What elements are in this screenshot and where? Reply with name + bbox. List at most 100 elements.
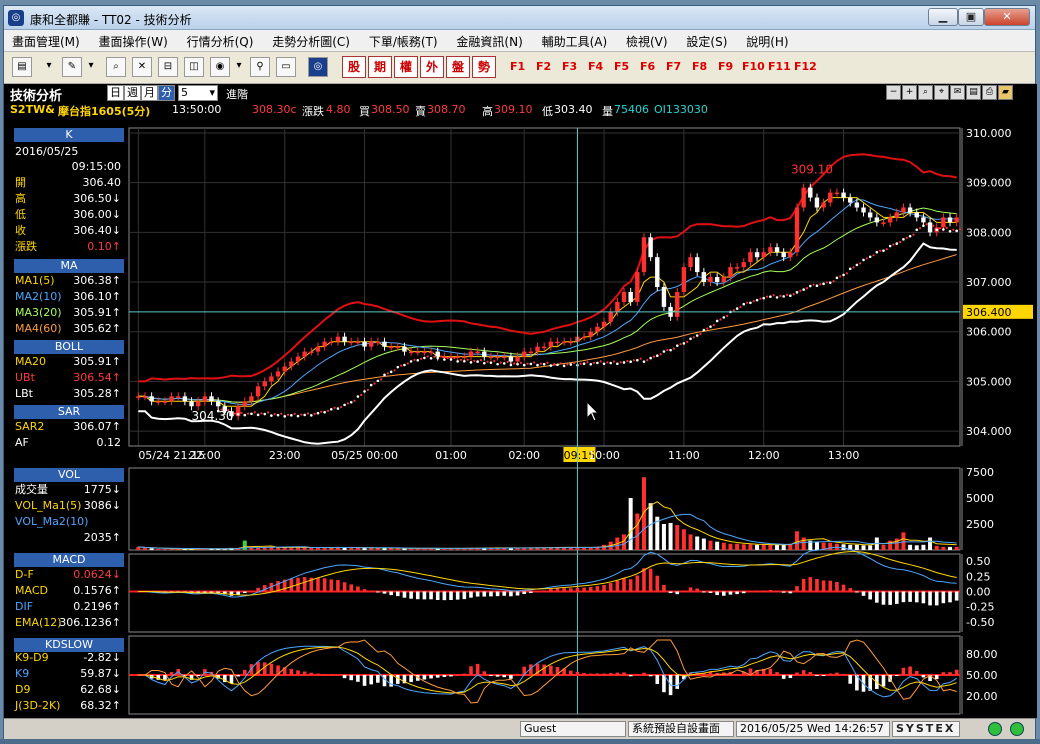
maximize-button[interactable]: ▣: [958, 8, 984, 26]
save-icon[interactable]: ▤: [966, 85, 981, 100]
candle-body: [808, 187, 813, 198]
menu-finance-info[interactable]: 金融資訊(N): [448, 30, 529, 50]
sar-dot: [706, 327, 709, 330]
dropdown-arrow-icon[interactable]: ▾: [86, 57, 96, 77]
fkey-f12[interactable]: F12: [794, 60, 817, 73]
sar-panel-header[interactable]: SAR: [14, 405, 124, 419]
candle-body: [828, 192, 833, 203]
dropdown-arrow-icon[interactable]: ▾: [234, 57, 244, 77]
kd-histogram-bar: [615, 672, 620, 675]
volume-bar: [681, 529, 686, 550]
chart-canvas[interactable]: 310.000 309.000 308.000 307.000 306.000 305.0…: [4, 84, 1037, 718]
macd-histogram-bar: [342, 582, 347, 592]
menu-settings[interactable]: 設定(S): [678, 30, 734, 50]
fkey-f7[interactable]: F7: [666, 60, 681, 73]
ma-row: MA3(20) 305.91↑: [14, 305, 124, 321]
interval-select[interactable]: 5 ▾: [178, 85, 218, 101]
kd-histogram-bar: [475, 663, 480, 675]
zoom-in-icon[interactable]: +: [902, 85, 917, 100]
sar-dot: [426, 355, 429, 358]
volume-bar: [708, 540, 713, 550]
boll-panel-header[interactable]: BOLL: [14, 340, 124, 354]
window-icon[interactable]: ▭: [276, 57, 296, 77]
kd-histogram-bar: [489, 675, 493, 676]
close-all-icon[interactable]: ✕: [132, 57, 152, 77]
fkey-f1[interactable]: F1: [510, 60, 525, 73]
candle-body: [655, 257, 660, 287]
k-panel-header[interactable]: K: [14, 128, 124, 142]
close-button[interactable]: ✕: [984, 8, 1030, 26]
menu-view[interactable]: 檢視(V): [618, 30, 675, 50]
macd-histogram-bar: [848, 588, 853, 592]
magnify-icon[interactable]: ⌕: [918, 85, 933, 100]
minimize-button[interactable]: ▁: [928, 8, 958, 26]
quick-foreign-button[interactable]: 外: [420, 56, 444, 78]
sar-dot: [247, 412, 250, 415]
quick-futures-button[interactable]: 期: [368, 56, 392, 78]
title-bar[interactable]: ◎ 康和全都賺 - TT02 - 技術分析 ▁ ▣ ✕: [4, 6, 1035, 30]
quick-options-button[interactable]: 權: [394, 56, 418, 78]
quick-trend-button[interactable]: 勢: [472, 56, 496, 78]
tile-icon[interactable]: ⊟: [158, 57, 178, 77]
volume-bar: [735, 543, 740, 550]
period-week-tab[interactable]: 週: [124, 85, 141, 101]
layout-icon[interactable]: ▤: [12, 57, 32, 77]
menu-help[interactable]: 說明(H): [738, 30, 795, 50]
sar-dot: [662, 350, 666, 353]
menu-order-account[interactable]: 下單/帳務(T): [361, 30, 445, 50]
menu-screen-operate[interactable]: 畫面操作(W): [91, 30, 175, 50]
fkey-f11[interactable]: F11: [768, 60, 791, 73]
period-month-tab[interactable]: 月: [141, 85, 158, 101]
kd-histogram-bar: [808, 672, 813, 675]
sar-dot: [848, 267, 852, 271]
sar-dot: [666, 348, 669, 352]
comment-icon[interactable]: ✉: [950, 85, 965, 100]
fkey-f8[interactable]: F8: [692, 60, 707, 73]
split-icon[interactable]: ◫: [184, 57, 204, 77]
vol-panel-header[interactable]: VOL: [14, 468, 124, 482]
period-minute-tab[interactable]: 分: [158, 85, 175, 101]
fkey-f5[interactable]: F5: [614, 60, 629, 73]
k-row: 高 306.50↓: [14, 191, 124, 207]
kd-histogram-bar: [821, 675, 826, 676]
print-icon[interactable]: ⎙: [982, 85, 997, 100]
time-tick-label: 12:00: [748, 449, 780, 462]
menu-trend-chart[interactable]: 走勢分析圖(C): [264, 30, 357, 50]
macd-histogram-bar: [642, 568, 646, 592]
kd-tick-label: 50.00: [966, 669, 998, 682]
boll-row: UBt 306.54↑: [14, 370, 124, 386]
fkey-f6[interactable]: F6: [640, 60, 655, 73]
dropdown-arrow-icon[interactable]: ▾: [44, 57, 54, 77]
menu-tools[interactable]: 輔助工具(A): [534, 30, 615, 50]
zoom-out-icon[interactable]: −: [886, 85, 901, 100]
fkey-f2[interactable]: F2: [536, 60, 551, 73]
quote-ask: 308.70: [427, 103, 466, 116]
macd-histogram-bar: [568, 588, 573, 592]
fkey-f4[interactable]: F4: [588, 60, 603, 73]
fkey-f9[interactable]: F9: [718, 60, 733, 73]
magnify-reset-icon[interactable]: ⌖: [934, 85, 949, 100]
period-day-tab[interactable]: 日: [107, 85, 124, 101]
ma-panel-header[interactable]: MA: [14, 259, 124, 273]
volume-bar: [868, 545, 873, 550]
brand-icon[interactable]: ◎: [308, 57, 328, 77]
menu-quote-analysis[interactable]: 行情分析(Q): [179, 30, 261, 50]
quick-board-button[interactable]: 盤: [446, 56, 470, 78]
menu-screen-manage[interactable]: 畫面管理(M): [4, 30, 87, 50]
order-icon[interactable]: ✎: [62, 57, 82, 77]
sar-dot: [553, 362, 556, 366]
news-icon[interactable]: ◉: [210, 57, 230, 77]
sar-dot: [872, 254, 875, 257]
volume-bar: [715, 541, 720, 550]
fkey-f10[interactable]: F10: [742, 60, 765, 73]
search-icon[interactable]: ⌕: [106, 57, 126, 77]
folder-icon[interactable]: ▰: [998, 85, 1013, 100]
sar-row: SAR2 306.07↑: [14, 419, 124, 435]
kd-histogram-bar: [409, 675, 413, 683]
quick-stock-button[interactable]: 股: [342, 56, 366, 78]
sar-dot: [586, 361, 589, 364]
macd-panel-header[interactable]: MACD: [14, 553, 124, 567]
fkey-f3[interactable]: F3: [562, 60, 577, 73]
advanced-button[interactable]: 進階: [226, 86, 248, 102]
link-icon[interactable]: ⚲: [250, 57, 270, 77]
